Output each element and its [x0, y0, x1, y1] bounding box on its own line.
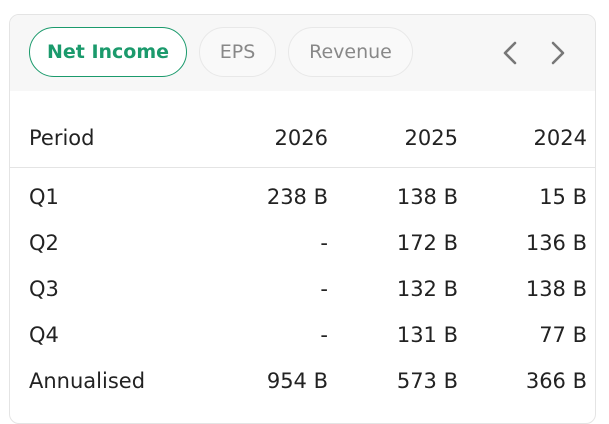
tab-eps[interactable]: EPS [199, 27, 276, 77]
value-2026: - [320, 231, 328, 255]
table-row-q4: Q4 - 131 B 77 B [10, 315, 595, 355]
value-2024: 77 B [539, 323, 587, 347]
value-2025: 573 B [396, 369, 458, 393]
table-row-annualised: Annualised 954 B 573 B 366 B [10, 361, 595, 401]
table-row-q2: Q2 - 172 B 136 B [10, 223, 595, 263]
prev-button[interactable] [492, 35, 528, 71]
table-header-row: Period 2026 2025 2024 [10, 115, 595, 168]
value-2025: 172 B [396, 231, 458, 255]
net-income-card: Net Income EPS Revenue Period 2026 2025 … [9, 14, 596, 424]
period-label: Annualised [29, 369, 146, 393]
column-header-2025: 2025 [404, 126, 458, 150]
value-2026: - [320, 323, 328, 347]
table-row-q1: Q1 238 B 138 B 15 B [10, 177, 595, 217]
period-label: Q4 [29, 323, 59, 347]
table-row-q3: Q3 - 132 B 138 B [10, 269, 595, 309]
chevron-left-icon [503, 41, 517, 65]
value-2024: 15 B [539, 185, 587, 209]
value-2026: 238 B [266, 185, 328, 209]
value-2025: 138 B [396, 185, 458, 209]
tab-revenue[interactable]: Revenue [288, 27, 413, 77]
column-header-2024: 2024 [533, 126, 587, 150]
value-2024: 136 B [525, 231, 587, 255]
metric-tab-bar: Net Income EPS Revenue [10, 15, 595, 91]
period-label: Q3 [29, 277, 59, 301]
value-2024: 366 B [525, 369, 587, 393]
chevron-right-icon [551, 41, 565, 65]
tab-net-income[interactable]: Net Income [29, 27, 187, 77]
period-label: Q1 [29, 185, 59, 209]
column-header-period: Period [29, 126, 95, 150]
next-button[interactable] [540, 35, 576, 71]
value-2026: - [320, 277, 328, 301]
value-2024: 138 B [525, 277, 587, 301]
value-2026: 954 B [266, 369, 328, 393]
period-label: Q2 [29, 231, 59, 255]
value-2025: 132 B [396, 277, 458, 301]
value-2025: 131 B [396, 323, 458, 347]
column-header-2026: 2026 [274, 126, 328, 150]
